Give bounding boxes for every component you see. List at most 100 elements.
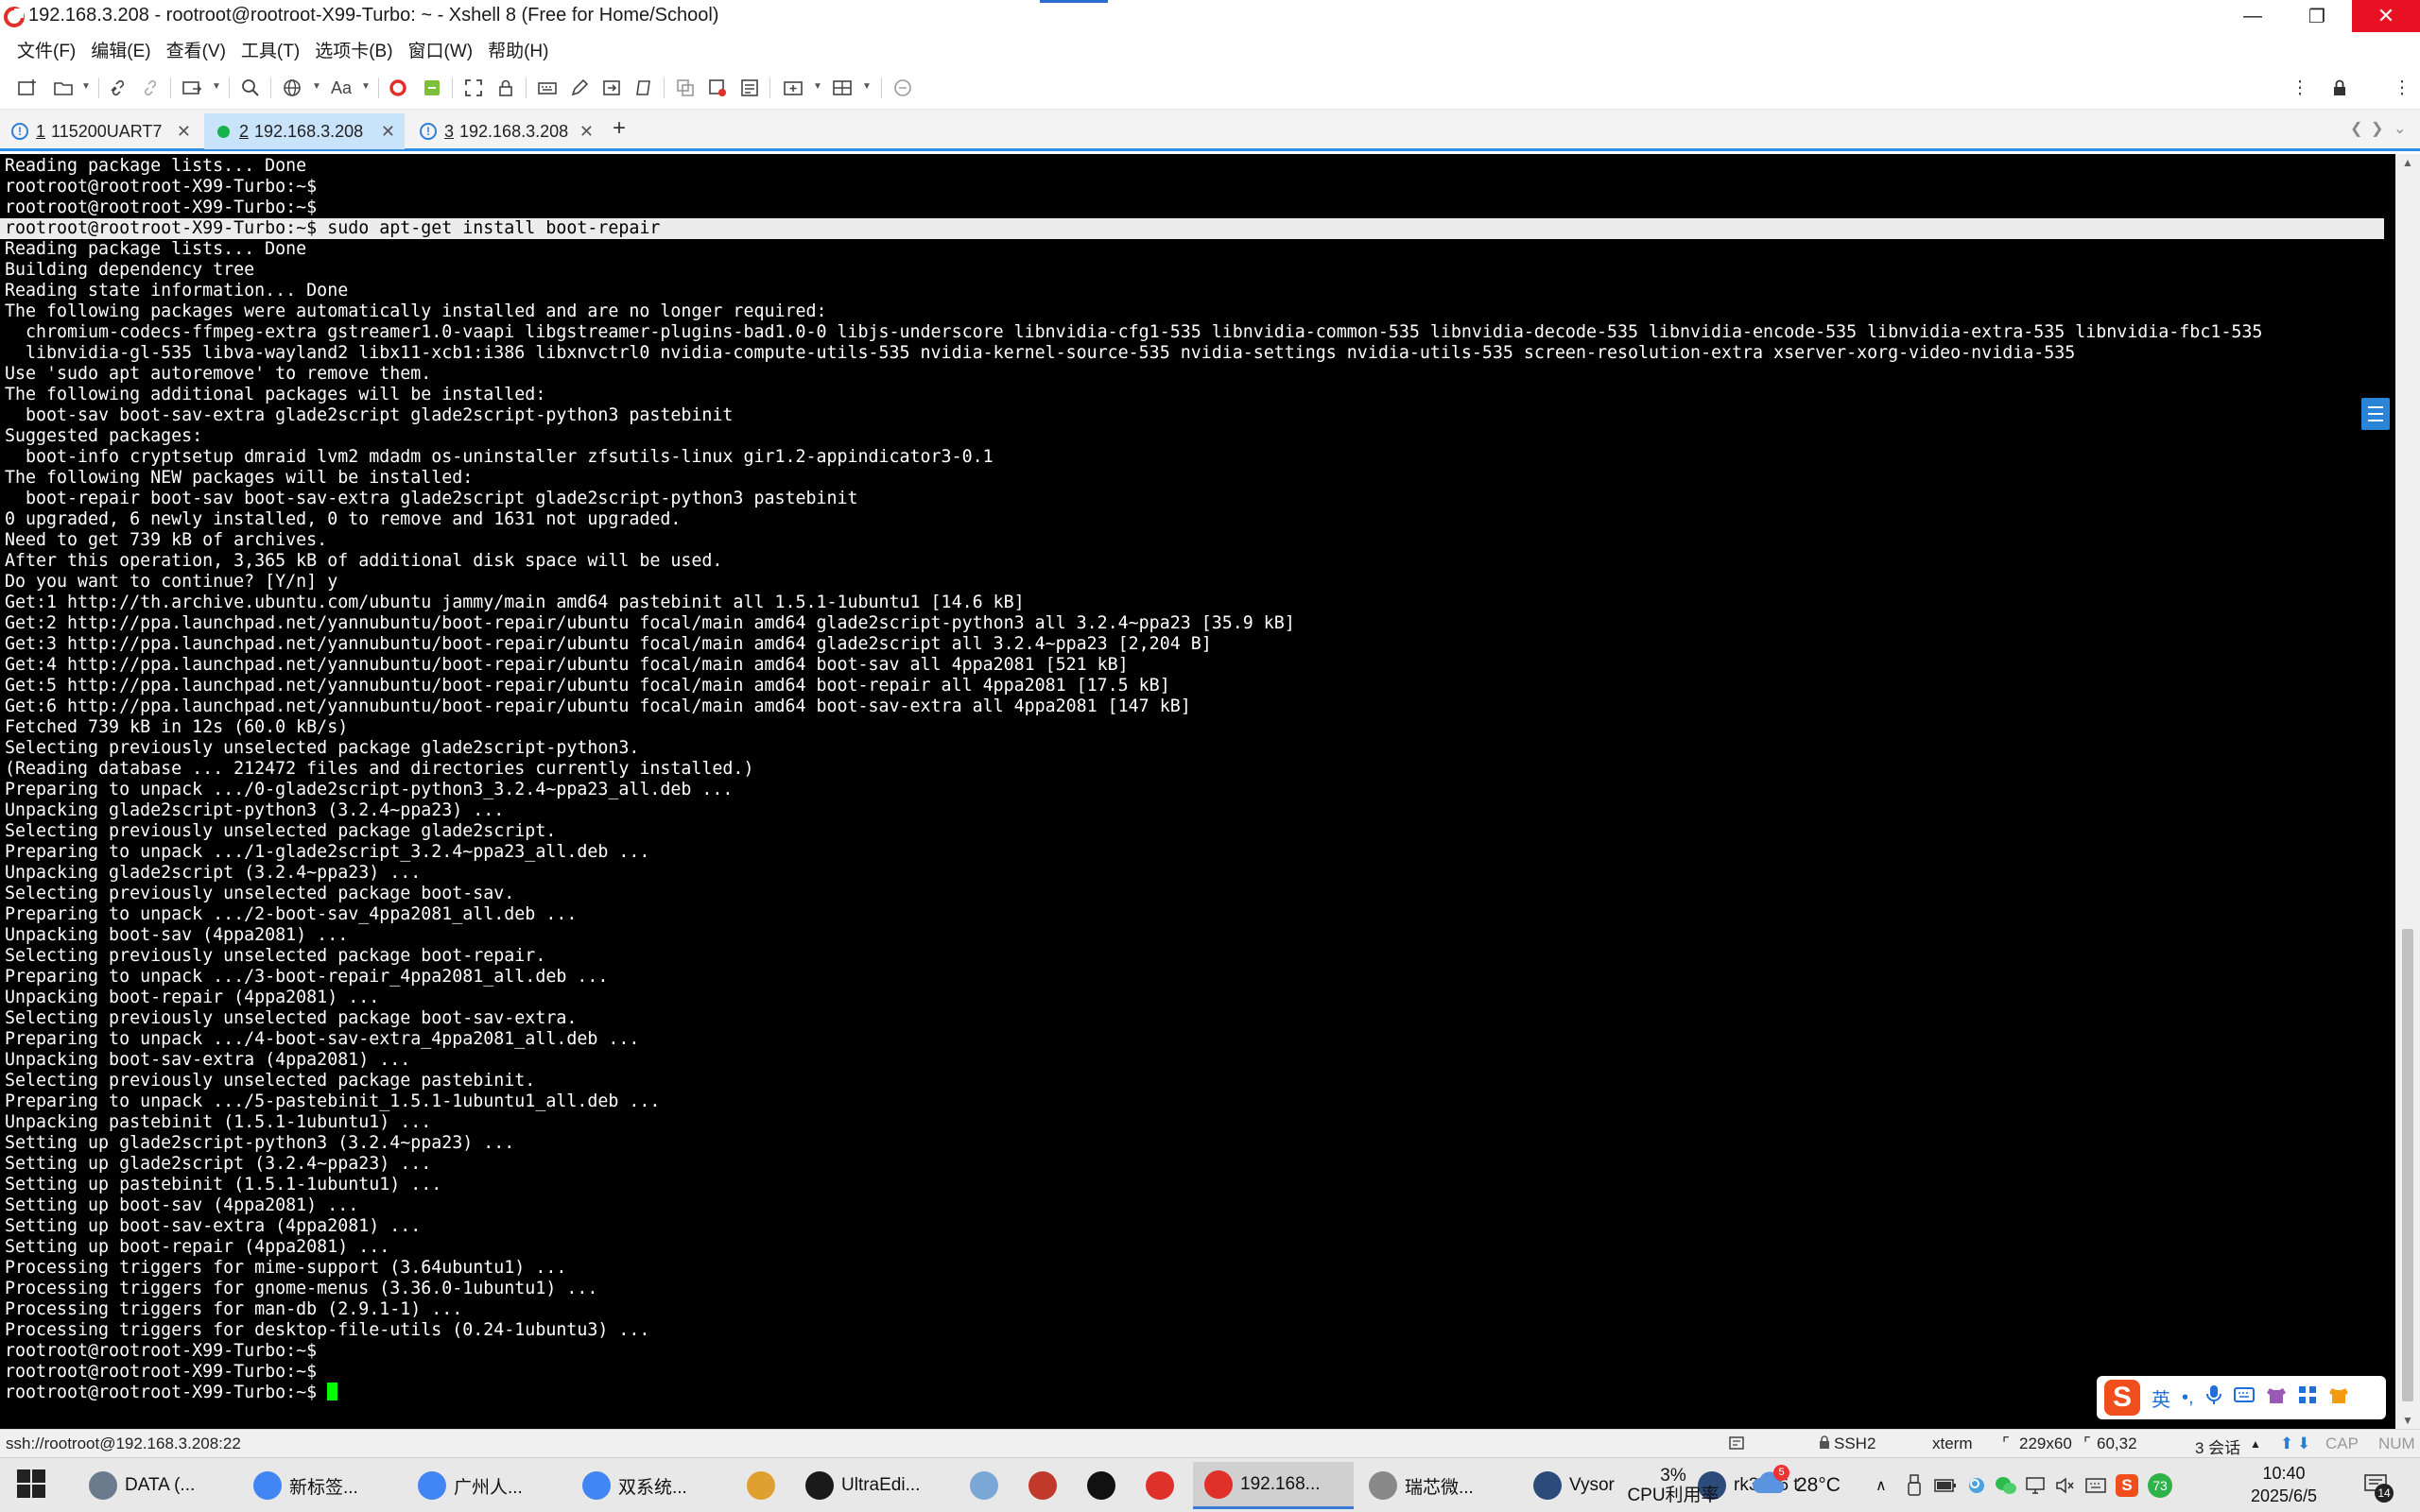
taskbar-app-7[interactable]	[1017, 1462, 1072, 1509]
taskbar-app-2[interactable]: 广州人...	[406, 1462, 567, 1509]
close-icon[interactable]: ✕	[579, 122, 594, 142]
add-window-icon[interactable]	[781, 76, 805, 100]
fullscreen-icon[interactable]	[461, 76, 486, 100]
more-options-icon[interactable]: ⋮	[2390, 76, 2414, 100]
chevron-left-icon[interactable]: ❮	[2350, 119, 2362, 138]
maximize-button[interactable]: ❐	[2286, 0, 2348, 32]
lock-icon[interactable]	[493, 76, 518, 100]
menu-window[interactable]: 窗口(W)	[408, 37, 474, 62]
close-icon[interactable]: ✕	[177, 122, 191, 142]
taskbar-app-10[interactable]: 192.168...	[1193, 1462, 1354, 1509]
xftp-icon[interactable]	[420, 76, 444, 100]
log-icon[interactable]	[737, 76, 762, 100]
apps-grid-icon[interactable]	[2298, 1385, 2317, 1410]
warning-icon: !	[11, 123, 28, 140]
taskbar-app-8[interactable]	[1076, 1462, 1131, 1509]
chat-icon[interactable]	[890, 76, 915, 100]
taskbar-app-11[interactable]: 瑞芯微...	[1357, 1462, 1518, 1509]
layout-icon[interactable]	[830, 76, 855, 100]
wechat-icon[interactable]	[1995, 1462, 2017, 1509]
script-icon[interactable]	[631, 76, 656, 100]
tab-session-1[interactable]: ! 1 115200UART7 ✕	[0, 113, 200, 149]
scrollbar-thumb[interactable]	[2402, 929, 2413, 1401]
chevron-down-icon[interactable]: ▼	[312, 81, 321, 92]
notification-center-icon[interactable]: 14	[2363, 1462, 2394, 1509]
disconnect-link-icon[interactable]	[138, 76, 163, 100]
chevron-down-icon[interactable]: ▼	[361, 81, 371, 92]
keyboard-icon[interactable]	[535, 76, 560, 100]
scroll-up-arrow-icon[interactable]: ▲	[2395, 156, 2420, 169]
microphone-icon[interactable]	[2205, 1384, 2222, 1411]
chevron-down-icon[interactable]: ▼	[212, 81, 221, 92]
taskbar-app-6[interactable]	[959, 1462, 1013, 1509]
terminal-screen[interactable]: Reading package lists... Done rootroot@ro…	[0, 154, 2395, 1429]
sogou-tray-icon[interactable]: S	[2116, 1462, 2138, 1509]
usb-icon[interactable]	[1908, 1462, 1921, 1509]
copy-icon[interactable]	[673, 76, 698, 100]
skin-icon[interactable]	[2266, 1385, 2287, 1410]
windows-start-icon[interactable]	[17, 1469, 45, 1498]
open-folder-icon[interactable]	[51, 76, 76, 100]
keyboard-layout-icon[interactable]	[2085, 1462, 2106, 1509]
menu-tabs[interactable]: 选项卡(B)	[315, 37, 392, 62]
chevron-up-icon[interactable]: ▲	[2250, 1437, 2261, 1451]
font-icon[interactable]: Aa	[329, 76, 354, 100]
send-icon[interactable]	[599, 76, 624, 100]
taskbar-app-5[interactable]: UltraEdi...	[794, 1462, 955, 1509]
menu-help[interactable]: 帮助(H)	[488, 37, 548, 62]
taskbar-app-4[interactable]	[735, 1462, 790, 1509]
sogou-logo-icon[interactable]: S	[2104, 1380, 2140, 1416]
search-app-icon[interactable]	[1966, 1462, 1987, 1509]
taskbar-app-3[interactable]: 双系统...	[571, 1462, 732, 1509]
new-session-icon[interactable]	[15, 76, 40, 100]
globe-icon[interactable]	[280, 76, 304, 100]
session-count[interactable]: 3 会话	[2195, 1435, 2240, 1458]
battery-icon[interactable]	[1934, 1462, 1957, 1509]
stop-icon[interactable]	[705, 76, 730, 100]
connect-link-icon[interactable]	[106, 76, 130, 100]
chevron-right-icon[interactable]: ❯	[2371, 119, 2383, 138]
volume-muted-icon[interactable]	[2055, 1462, 2076, 1509]
clock-time: 10:40	[2262, 1464, 2306, 1483]
close-button[interactable]: ✕	[2352, 0, 2420, 32]
transfer-icon[interactable]	[180, 76, 204, 100]
taskbar-app-label: 新标签...	[289, 1477, 358, 1498]
search-icon[interactable]	[238, 76, 263, 100]
chevron-down-icon[interactable]: ▼	[81, 81, 91, 92]
menu-edit[interactable]: 编辑(E)	[91, 37, 150, 62]
session-info-icon[interactable]	[1728, 1435, 1745, 1456]
tab-session-3[interactable]: ! 3 192.168.3.208 ✕	[408, 113, 603, 149]
minimize-button[interactable]: —	[2221, 0, 2284, 32]
close-icon[interactable]: ✕	[381, 122, 395, 142]
system-clock[interactable]: 10:40 2025/6/5	[2246, 1462, 2322, 1507]
chevron-down-icon[interactable]: ▼	[862, 81, 872, 92]
menu-view[interactable]: 查看(V)	[166, 37, 226, 62]
add-tab-button[interactable]: +	[613, 115, 626, 142]
cpu-usage-widget[interactable]: 3% CPU利用率	[1615, 1462, 1732, 1509]
terminal-scrollbar[interactable]: ▲ ▼	[2395, 154, 2420, 1429]
network-icon[interactable]	[2025, 1462, 2046, 1509]
taskbar-app-0[interactable]: DATA (...	[78, 1462, 238, 1509]
chevron-up-icon[interactable]: ∧	[1876, 1462, 1887, 1509]
chevron-down-icon[interactable]: ⌄	[2394, 119, 2406, 138]
ime-language-toggle[interactable]: 英	[2152, 1384, 2170, 1412]
xshell-swirl-icon[interactable]	[386, 76, 410, 100]
side-panel-menu-icon[interactable]	[2361, 398, 2390, 430]
ime-toolbar[interactable]: S 英 •,	[2097, 1376, 2386, 1419]
menu-file[interactable]: 文件(F)	[17, 37, 76, 62]
weather-widget[interactable]: 5 28°C	[1751, 1462, 1841, 1509]
taskbar-app-9[interactable]	[1134, 1462, 1189, 1509]
scroll-down-arrow-icon[interactable]: ▼	[2395, 1414, 2420, 1427]
keyboard-icon[interactable]	[2233, 1386, 2255, 1409]
green-app-icon[interactable]: 73	[2148, 1462, 2172, 1509]
chevron-down-icon[interactable]: ▼	[813, 81, 822, 92]
tshirt-icon[interactable]	[2328, 1385, 2349, 1410]
tab-session-2[interactable]: 2 192.168.3.208 ✕	[204, 113, 405, 149]
window-title: 192.168.3.208 - rootroot@rootroot-X99-Tu…	[28, 5, 719, 26]
ime-punctuation-toggle[interactable]: •,	[2182, 1387, 2194, 1409]
taskbar-app-1[interactable]: 新标签...	[242, 1462, 403, 1509]
compose-icon[interactable]	[567, 76, 592, 100]
lock-screen-icon[interactable]	[2327, 76, 2352, 100]
menu-tools[interactable]: 工具(T)	[241, 37, 300, 62]
more-options-icon[interactable]: ⋮	[2288, 76, 2312, 100]
